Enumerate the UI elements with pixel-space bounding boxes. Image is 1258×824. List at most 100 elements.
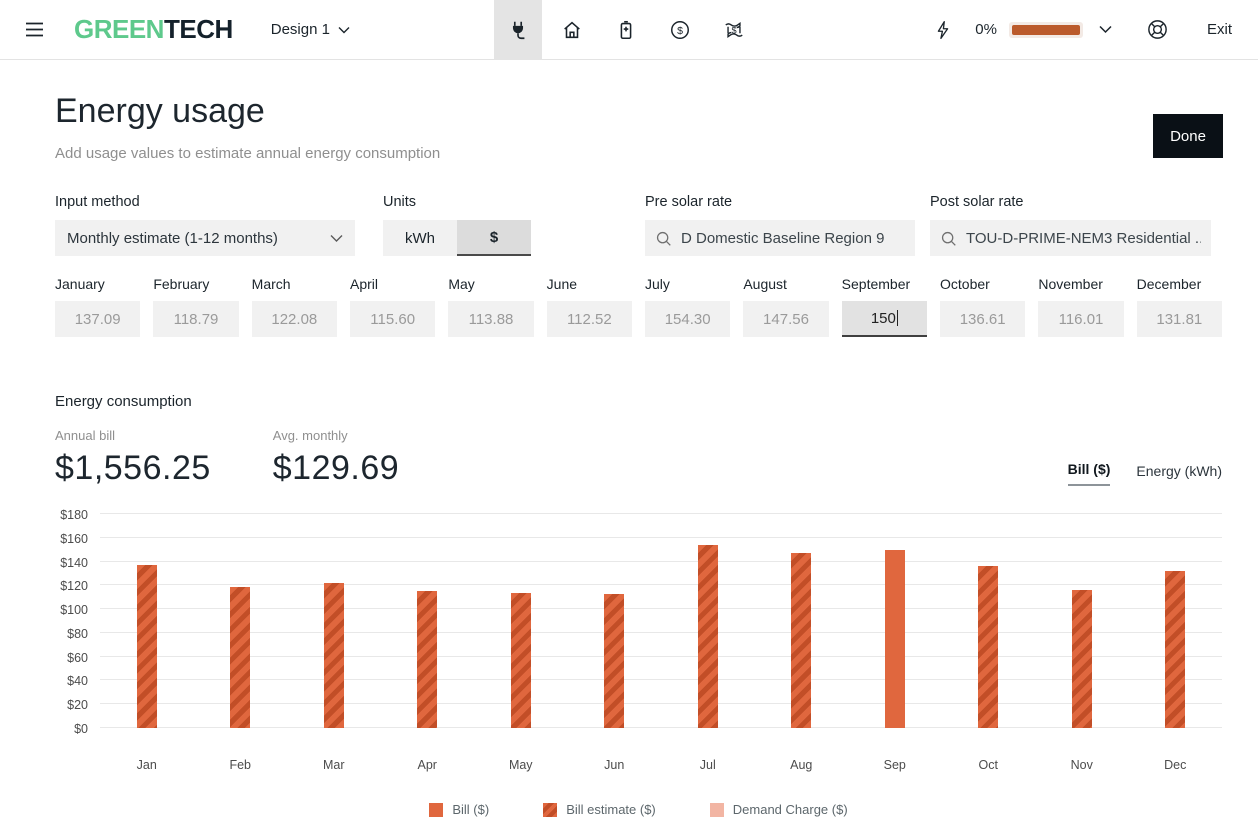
avg-monthly-stat: Avg. monthly $129.69 [273,428,399,488]
legend-swatch [710,803,724,817]
legend-label: Bill estimate ($) [566,802,656,817]
units-option-dollar[interactable]: $ [457,220,531,256]
tab-bill[interactable]: Bill ($) [1068,461,1111,486]
exit-button[interactable]: Exit [1207,21,1232,38]
main-content: Done Energy usage Add usage values to es… [0,92,1258,817]
month-input-may[interactable]: 113.88 [448,301,533,337]
input-method-label: Input method [55,194,355,210]
units-group: Units kWh $ [383,194,531,256]
input-method-value: Monthly estimate (1-12 months) [67,230,330,247]
month-input-february[interactable]: 118.79 [153,301,238,337]
y-axis-tick: $140 [60,556,88,570]
tab-energy[interactable]: Energy (kWh) [1136,463,1222,486]
avg-monthly-label: Avg. monthly [273,428,399,443]
energy-usage-tool[interactable] [494,0,542,60]
units-label: Units [383,194,531,210]
text-caret [897,310,898,326]
post-solar-rate-input[interactable]: TOU-D-PRIME-NEM3 Residential ... [930,220,1211,256]
svg-text:$: $ [731,25,736,35]
bar-jul [698,545,718,728]
x-axis-tick: Feb [194,758,288,772]
x-axis-tick: Oct [942,758,1036,772]
greentech-logo: GREENTECH [74,14,233,45]
month-col: January 137.09 [55,276,140,337]
legend-swatch [429,803,443,817]
units-option-kwh[interactable]: kWh [383,220,457,256]
y-axis-tick: $100 [60,603,88,617]
post-solar-rate-group: Post solar rate TOU-D-PRIME-NEM3 Residen… [930,194,1211,256]
progress-bar[interactable] [1009,22,1083,38]
bar-slot [194,514,288,728]
home-icon [561,19,583,41]
bar-aug [791,553,811,728]
design-selector-label: Design 1 [271,21,330,38]
pre-solar-rate-value: D Domestic Baseline Region 9 [681,230,884,247]
design-selector[interactable]: Design 1 [271,21,350,38]
x-axis-tick: Jul [661,758,755,772]
done-button[interactable]: Done [1153,114,1223,158]
month-input-june[interactable]: 112.52 [547,301,632,337]
bar-slot [474,514,568,728]
pricing-tool[interactable]: $ [656,0,704,60]
month-col: September 150 [842,276,927,337]
bar-mar [324,583,344,728]
logo-green: GREEN [74,14,164,44]
bar-slot [287,514,381,728]
bar-apr [417,591,437,728]
month-label: July [645,276,730,292]
month-label: January [55,276,140,292]
chart-legend: Bill ($)Bill estimate ($)Demand Charge (… [55,802,1222,817]
legend-item: Bill estimate ($) [543,802,656,817]
progress-chevron-button[interactable] [1099,25,1112,34]
chart-x-labels: JanFebMarAprMayJunJulAugSepOctNovDec [100,758,1222,772]
x-axis-tick: Aug [755,758,849,772]
month-col: July 154.30 [645,276,730,337]
x-axis-tick: Nov [1035,758,1129,772]
month-label: May [448,276,533,292]
x-axis-tick: Jun [568,758,662,772]
month-label: September [842,276,927,292]
battery-tool[interactable] [602,0,650,60]
legend-swatch [543,803,557,817]
month-input-december[interactable]: 131.81 [1137,301,1222,337]
bar-oct [978,566,998,728]
units-toggle: kWh $ [383,220,531,256]
month-input-april[interactable]: 115.60 [350,301,435,337]
bar-nov [1072,590,1092,728]
month-input-august[interactable]: 147.56 [743,301,828,337]
pre-solar-rate-input[interactable]: D Domestic Baseline Region 9 [645,220,915,256]
rates-tool[interactable]: $ [710,0,758,60]
chart-plot: $180$160$140$120$100$80$60$40$20$0 [100,514,1222,728]
help-button[interactable] [1146,18,1169,41]
bar-may [511,593,531,728]
input-method-select[interactable]: Monthly estimate (1-12 months) [55,220,355,256]
bar-slot [1035,514,1129,728]
x-axis-tick: Dec [1129,758,1223,772]
legend-label: Bill ($) [452,802,489,817]
month-input-july[interactable]: 154.30 [645,301,730,337]
month-input-november[interactable]: 116.01 [1038,301,1123,337]
logo-tech: TECH [164,14,233,44]
month-input-january[interactable]: 137.09 [55,301,140,337]
x-axis-tick: May [474,758,568,772]
bank-rate-icon: $ [722,19,746,41]
month-input-march[interactable]: 122.08 [252,301,337,337]
annual-bill-value: $1,556.25 [55,449,211,488]
x-axis-tick: Apr [381,758,475,772]
svg-text:$: $ [677,24,683,36]
hamburger-icon [25,22,44,37]
annual-bill-stat: Annual bill $1,556.25 [55,428,211,488]
home-tool[interactable] [548,0,596,60]
search-icon [940,230,957,247]
month-label: June [547,276,632,292]
menu-button[interactable] [20,16,48,44]
dollar-coin-icon: $ [669,19,691,41]
month-col: June 112.52 [547,276,632,337]
page-title: Energy usage [55,92,1222,131]
energy-consumption-label: Energy consumption [55,393,1222,410]
bar-slot [755,514,849,728]
post-solar-rate-value: TOU-D-PRIME-NEM3 Residential ... [966,230,1201,247]
month-input-october[interactable]: 136.61 [940,301,1025,337]
chart-bars [100,514,1222,728]
month-input-september[interactable]: 150 [842,301,927,337]
